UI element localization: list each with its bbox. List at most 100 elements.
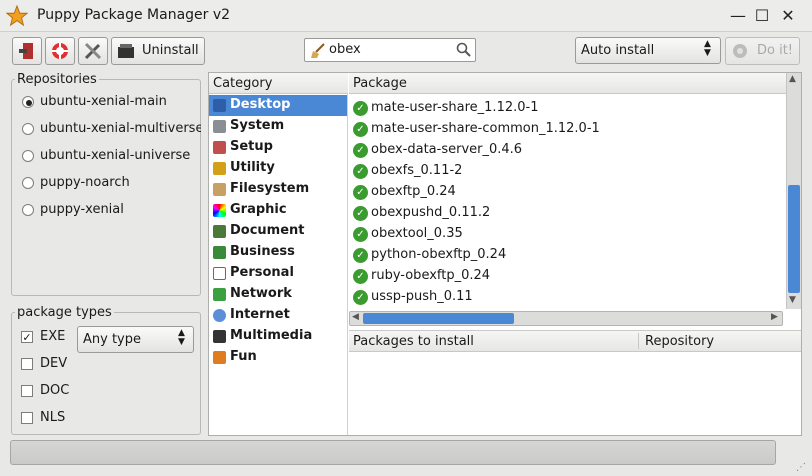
checkbox[interactable] (21, 412, 33, 424)
maximize-button[interactable]: ☐ (752, 6, 772, 26)
uninstall-icon (118, 44, 134, 58)
category-item-graphic[interactable]: Graphic (209, 200, 347, 221)
status-progress-bar (10, 440, 776, 465)
package-name: obexpushd_0.11.2 (371, 205, 491, 220)
repo-item-puppy-xenial[interactable]: puppy-xenial (11, 200, 201, 222)
window-title: Puppy Package Manager v2 (37, 7, 231, 23)
package-item[interactable]: ✓ ruby-obexftp_0.24 (349, 266, 786, 287)
search-icon[interactable] (456, 42, 472, 58)
category-item-business[interactable]: Business (209, 242, 347, 263)
repositories-list: ubuntu-xenial-main ubuntu-xenial-multive… (11, 92, 201, 232)
package-item[interactable]: ✓ obexpushd_0.11.2 (349, 203, 786, 224)
category-label: Fun (230, 349, 257, 364)
package-hscrollbar[interactable]: ◀ ▶ (349, 311, 783, 326)
column-divider[interactable] (638, 333, 639, 349)
col-packages-to-install[interactable]: Packages to install (353, 334, 474, 349)
package-item[interactable]: ✓ mate-user-share_1.12.0-1 (349, 98, 786, 119)
type-nls[interactable]: NLS (21, 410, 191, 432)
scroll-down-icon[interactable]: ▼ (789, 295, 796, 305)
do-it-button[interactable]: Do it! (725, 37, 800, 65)
checkbox-checked[interactable]: ✓ (21, 331, 33, 343)
category-item-setup[interactable]: Setup (209, 137, 347, 158)
checkbox[interactable] (21, 385, 33, 397)
help-button[interactable] (45, 37, 75, 65)
repo-label: ubuntu-xenial-universe (40, 148, 191, 163)
settings-button[interactable] (78, 37, 108, 65)
checkbox[interactable] (21, 358, 33, 370)
type-doc[interactable]: DOC (21, 383, 191, 405)
repo-item-puppy-noarch[interactable]: puppy-noarch (11, 173, 201, 195)
category-item-desktop[interactable]: Desktop (209, 95, 347, 116)
category-label: Desktop (230, 97, 291, 112)
category-item-fun[interactable]: Fun (209, 347, 347, 368)
checkmark-icon: ✓ (353, 248, 368, 263)
scroll-thumb[interactable] (788, 185, 800, 293)
package-item[interactable]: ✓ obex-data-server_0.4.6 (349, 140, 786, 161)
checkmark-icon: ✓ (353, 227, 368, 242)
package-item[interactable]: ✓ python-obexftp_0.24 (349, 245, 786, 266)
repo-item-ubuntu-xenial-main[interactable]: ubuntu-xenial-main (11, 92, 201, 114)
category-item-multimedia[interactable]: Multimedia (209, 326, 347, 347)
repo-item-ubuntu-xenial-multiverse[interactable]: ubuntu-xenial-multiverse (11, 119, 201, 141)
type-label: DOC (40, 383, 70, 398)
search-input[interactable]: obex (304, 38, 476, 62)
package-item[interactable]: ✓ mate-user-share-common_1.12.0-1 (349, 119, 786, 140)
category-item-utility[interactable]: Utility (209, 158, 347, 179)
repo-label: ubuntu-xenial-multiverse (40, 121, 201, 136)
package-name: obex-data-server_0.4.6 (371, 142, 523, 157)
category-item-internet[interactable]: Internet (209, 305, 347, 326)
category-item-document[interactable]: Document (209, 221, 347, 242)
document-icon (213, 225, 226, 238)
uninstall-button[interactable]: Uninstall (111, 37, 205, 65)
package-name: python-obexftp_0.24 (371, 247, 507, 262)
minimize-button[interactable]: — (728, 6, 748, 26)
scroll-up-icon[interactable]: ▲ (789, 74, 796, 84)
category-label: Setup (230, 139, 273, 154)
category-label: System (230, 118, 285, 133)
gear-icon (733, 44, 747, 58)
category-item-network[interactable]: Network (209, 284, 347, 305)
uninstall-label: Uninstall (142, 43, 199, 58)
radio-button[interactable] (22, 177, 34, 189)
package-name: ussp-push_0.11 (371, 289, 473, 304)
checkmark-icon: ✓ (353, 290, 368, 305)
tools-icon (84, 42, 102, 60)
graphic-icon (213, 204, 226, 217)
exit-button[interactable] (12, 37, 42, 65)
package-header[interactable]: Package (349, 73, 786, 94)
package-item[interactable]: ✓ obexftp_0.24 (349, 182, 786, 203)
package-name: obexfs_0.11-2 (371, 163, 463, 178)
type-dev[interactable]: DEV (21, 356, 191, 378)
package-item[interactable]: ✓ obexfs_0.11-2 (349, 161, 786, 182)
radio-button[interactable] (22, 123, 34, 135)
category-header[interactable]: Category (209, 73, 348, 94)
resize-grip-icon[interactable]: ⋰ (796, 462, 808, 474)
updown-icon: ▲ ▼ (178, 328, 185, 347)
radio-button[interactable] (22, 96, 34, 108)
category-header-label: Category (213, 76, 273, 91)
category-item-personal[interactable]: Personal (209, 263, 347, 284)
install-mode-value: Auto install (581, 43, 655, 58)
package-name: ruby-obexftp_0.24 (371, 268, 491, 283)
install-mode-select[interactable]: Auto install ▲ ▼ (575, 37, 721, 64)
type-label: NLS (40, 410, 66, 425)
close-button[interactable]: ✕ (778, 6, 798, 26)
install-list-header: Packages to install Repository (349, 331, 801, 352)
type-select[interactable]: Any type ▲ ▼ (77, 326, 194, 353)
radio-button[interactable] (22, 150, 34, 162)
install-list[interactable]: Packages to install Repository (349, 330, 801, 435)
star-icon (6, 5, 28, 27)
package-vscrollbar[interactable]: ▲ ▼ (786, 73, 801, 309)
package-item[interactable]: ✓ obextool_0.35 (349, 224, 786, 245)
hscroll-thumb[interactable] (363, 313, 514, 324)
col-repository[interactable]: Repository (645, 334, 714, 349)
repo-item-ubuntu-xenial-universe[interactable]: ubuntu-xenial-universe (11, 146, 201, 168)
scroll-left-icon[interactable]: ◀ (352, 312, 359, 322)
package-item[interactable]: ✓ ussp-push_0.11 (349, 287, 786, 308)
radio-button[interactable] (22, 204, 34, 216)
package-header-label: Package (353, 76, 407, 91)
package-list[interactable]: ✓ mate-user-share_1.12.0-1 ✓ mate-user-sha… (349, 98, 786, 308)
scroll-right-icon[interactable]: ▶ (771, 312, 778, 322)
category-item-system[interactable]: System (209, 116, 347, 137)
category-item-filesystem[interactable]: Filesystem (209, 179, 347, 200)
